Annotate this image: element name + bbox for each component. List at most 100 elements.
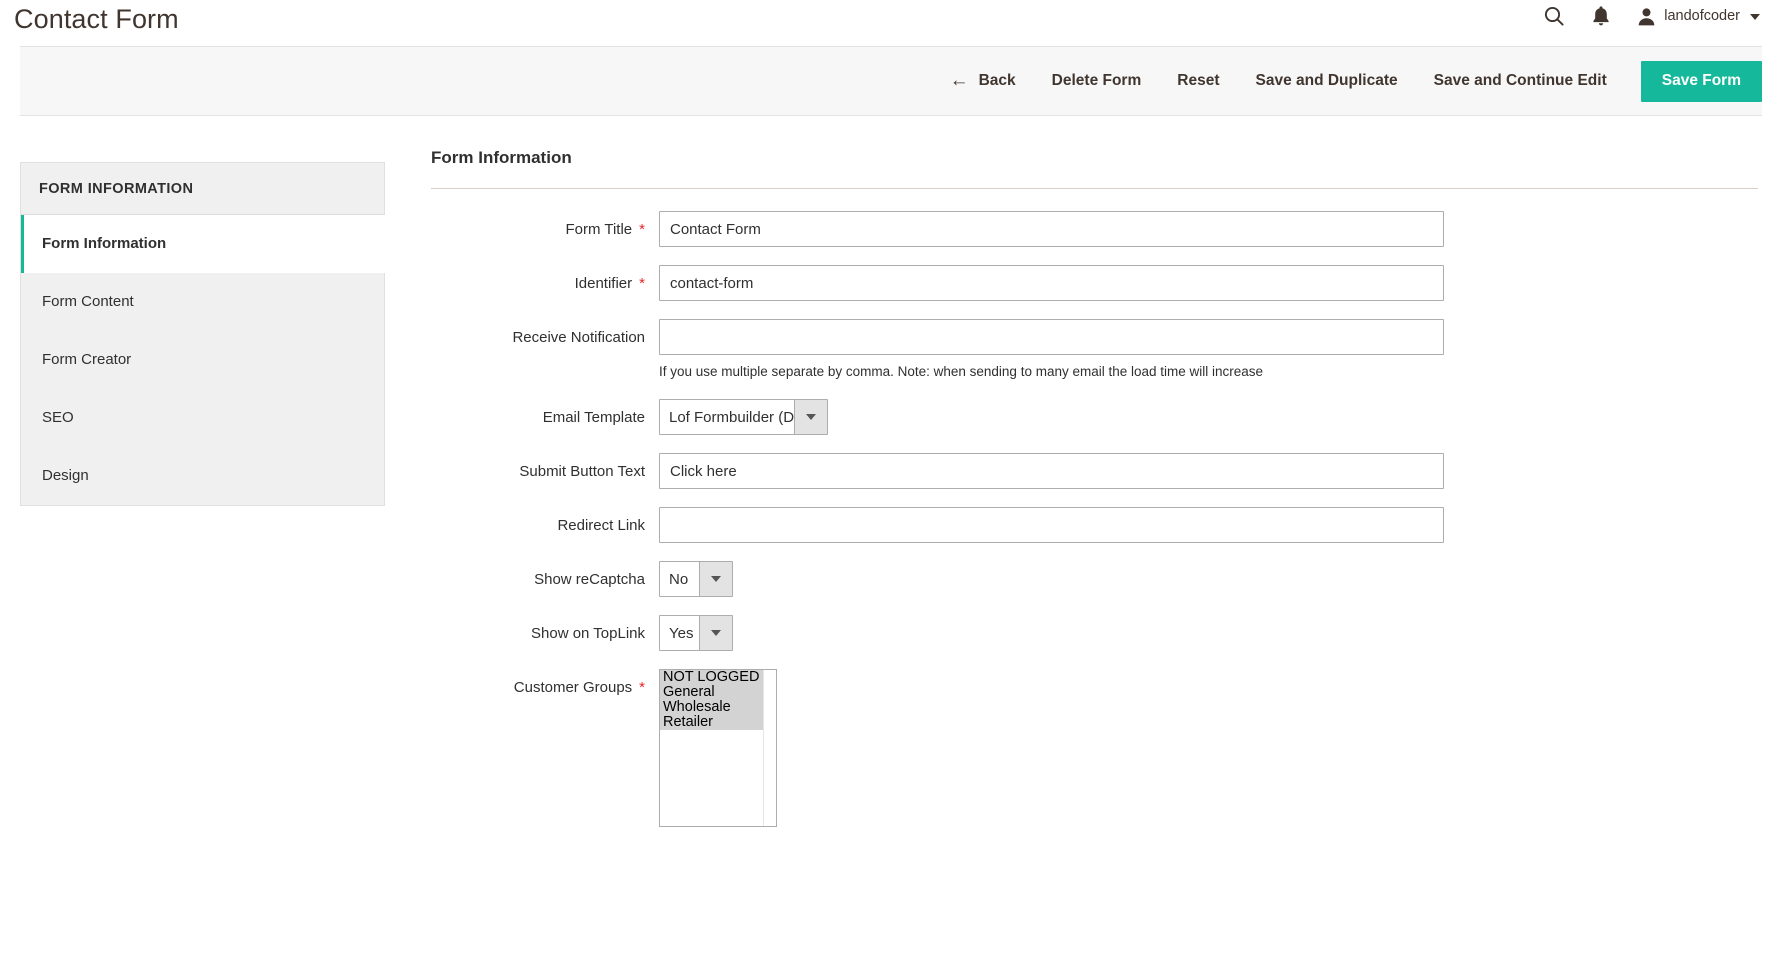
sidebar-item-label: Form Content <box>42 293 134 310</box>
section-divider <box>431 188 1758 189</box>
chevron-down-icon <box>1750 14 1760 20</box>
field-label: Redirect Link <box>431 507 659 536</box>
chevron-down-icon <box>699 616 732 650</box>
user-avatar-icon <box>1637 7 1656 26</box>
field-control <box>659 507 1758 543</box>
sidebar-heading: FORM INFORMATION <box>21 163 384 215</box>
user-name-label: landofcoder <box>1664 8 1740 24</box>
sidebar-item-form-information[interactable]: Form Information <box>21 215 385 273</box>
save-and-duplicate-label: Save and Duplicate <box>1255 72 1398 89</box>
sidebar-item-label: Form Creator <box>42 351 132 368</box>
field-show-on-toplink: Show on TopLink Yes <box>431 615 1758 651</box>
field-control: Lof Formbuilder (Defaul <box>659 399 1758 435</box>
required-marker: * <box>639 275 645 292</box>
field-control <box>659 211 1758 247</box>
header-actions: landofcoder <box>1543 5 1762 27</box>
field-control: No <box>659 561 1758 597</box>
sidebar-item-label: SEO <box>42 409 74 426</box>
field-customer-groups: Customer Groups * NOT LOGGED IN General … <box>431 669 1758 827</box>
customer-groups-option[interactable]: Retailer <box>660 715 776 730</box>
field-label: Email Template <box>431 399 659 428</box>
show-recaptcha-selected-value: No <box>669 570 689 588</box>
customer-groups-option-list: NOT LOGGED IN General Wholesale Retailer <box>660 670 776 730</box>
sidebar-item-label: Form Information <box>42 235 167 252</box>
user-menu[interactable]: landofcoder <box>1637 7 1760 26</box>
bell-icon[interactable] <box>1591 5 1611 27</box>
field-label: Show reCaptcha <box>431 561 659 590</box>
field-label: Identifier * <box>431 265 659 294</box>
page-actions-toolbar: ← Back Delete Form Reset Save and Duplic… <box>20 46 1762 116</box>
customer-groups-multiselect[interactable]: NOT LOGGED IN General Wholesale Retailer <box>659 669 777 827</box>
field-show-recaptcha: Show reCaptcha No <box>431 561 1758 597</box>
field-label-text: Show reCaptcha <box>534 571 645 588</box>
redirect-link-input[interactable] <box>659 507 1444 543</box>
delete-form-label: Delete Form <box>1051 72 1142 89</box>
form-title-input[interactable] <box>659 211 1444 247</box>
form-information-panel: Form Information Form Title * Identifier… <box>385 148 1762 845</box>
page-body: FORM INFORMATION Form Information Form C… <box>0 116 1786 845</box>
section-title: Form Information <box>431 148 572 167</box>
page-title: Contact Form <box>14 4 179 34</box>
identifier-input[interactable] <box>659 265 1444 301</box>
customer-groups-scrollbar[interactable] <box>763 670 776 826</box>
field-label-text: Redirect Link <box>557 517 645 534</box>
reset-label: Reset <box>1177 72 1220 89</box>
sidebar-item-seo[interactable]: SEO <box>21 389 384 447</box>
field-label-text: Identifier <box>574 275 633 292</box>
field-control: If you use multiple separate by comma. N… <box>659 319 1758 381</box>
save-and-duplicate-button[interactable]: Save and Duplicate <box>1237 61 1415 102</box>
sidebar-item-form-creator[interactable]: Form Creator <box>21 331 384 389</box>
show-on-toplink-selected-value: Yes <box>669 624 694 642</box>
email-template-selected-value: Lof Formbuilder (Defaul <box>669 408 794 426</box>
reset-button[interactable]: Reset <box>1159 61 1237 102</box>
field-label-text: Customer Groups <box>513 679 633 696</box>
field-label: Show on TopLink <box>431 615 659 644</box>
chevron-down-icon <box>699 562 732 596</box>
chevron-down-icon <box>794 400 827 434</box>
field-control <box>659 453 1758 489</box>
field-label-text: Email Template <box>542 409 645 426</box>
field-label: Form Title * <box>431 211 659 240</box>
save-and-continue-edit-button[interactable]: Save and Continue Edit <box>1416 61 1625 102</box>
field-label-text: Form Title <box>565 221 633 238</box>
field-form-title: Form Title * <box>431 211 1758 247</box>
save-form-label: Save Form <box>1661 72 1741 89</box>
save-form-button[interactable]: Save Form <box>1640 60 1762 102</box>
field-label-text: Receive Notification <box>512 329 645 346</box>
customer-groups-option[interactable]: Wholesale <box>660 700 776 715</box>
receive-notification-input[interactable] <box>659 319 1444 355</box>
save-and-continue-edit-label: Save and Continue Edit <box>1433 72 1607 89</box>
field-receive-notification: Receive Notification If you use multiple… <box>431 319 1758 381</box>
field-control: Yes <box>659 615 1758 651</box>
back-button[interactable]: ← Back <box>940 61 1034 102</box>
show-recaptcha-select[interactable]: No <box>659 561 733 597</box>
field-label-text: Show on TopLink <box>531 625 645 642</box>
field-label: Submit Button Text <box>431 453 659 482</box>
sidebar-item-label: Design <box>42 467 89 484</box>
form-sections-sidebar: FORM INFORMATION Form Information Form C… <box>20 162 385 506</box>
search-icon[interactable] <box>1543 5 1565 27</box>
receive-notification-note: If you use multiple separate by comma. N… <box>659 364 1264 379</box>
customer-groups-option[interactable]: NOT LOGGED IN <box>660 670 776 685</box>
field-identifier: Identifier * <box>431 265 1758 301</box>
field-redirect-link: Redirect Link <box>431 507 1758 543</box>
email-template-select[interactable]: Lof Formbuilder (Defaul <box>659 399 828 435</box>
arrow-left-icon: ← <box>949 69 969 91</box>
field-email-template: Email Template Lof Formbuilder (Defaul <box>431 399 1758 435</box>
field-label: Customer Groups * <box>431 669 659 698</box>
customer-groups-option[interactable]: General <box>660 685 776 700</box>
page-header: Contact Form landofcoder <box>0 0 1786 46</box>
field-label: Receive Notification <box>431 319 659 348</box>
delete-form-button[interactable]: Delete Form <box>1034 61 1160 102</box>
show-on-toplink-select[interactable]: Yes <box>659 615 733 651</box>
submit-button-text-input[interactable] <box>659 453 1444 489</box>
field-control <box>659 265 1758 301</box>
sidebar-item-form-content[interactable]: Form Content <box>21 273 384 331</box>
sidebar-list: Form Information Form Content Form Creat… <box>21 215 385 505</box>
required-marker: * <box>639 679 645 696</box>
sidebar-item-design[interactable]: Design <box>21 447 384 505</box>
required-marker: * <box>639 221 645 238</box>
field-control: NOT LOGGED IN General Wholesale Retailer <box>659 669 1758 827</box>
field-label-text: Submit Button Text <box>519 463 645 480</box>
field-submit-button-text: Submit Button Text <box>431 453 1758 489</box>
